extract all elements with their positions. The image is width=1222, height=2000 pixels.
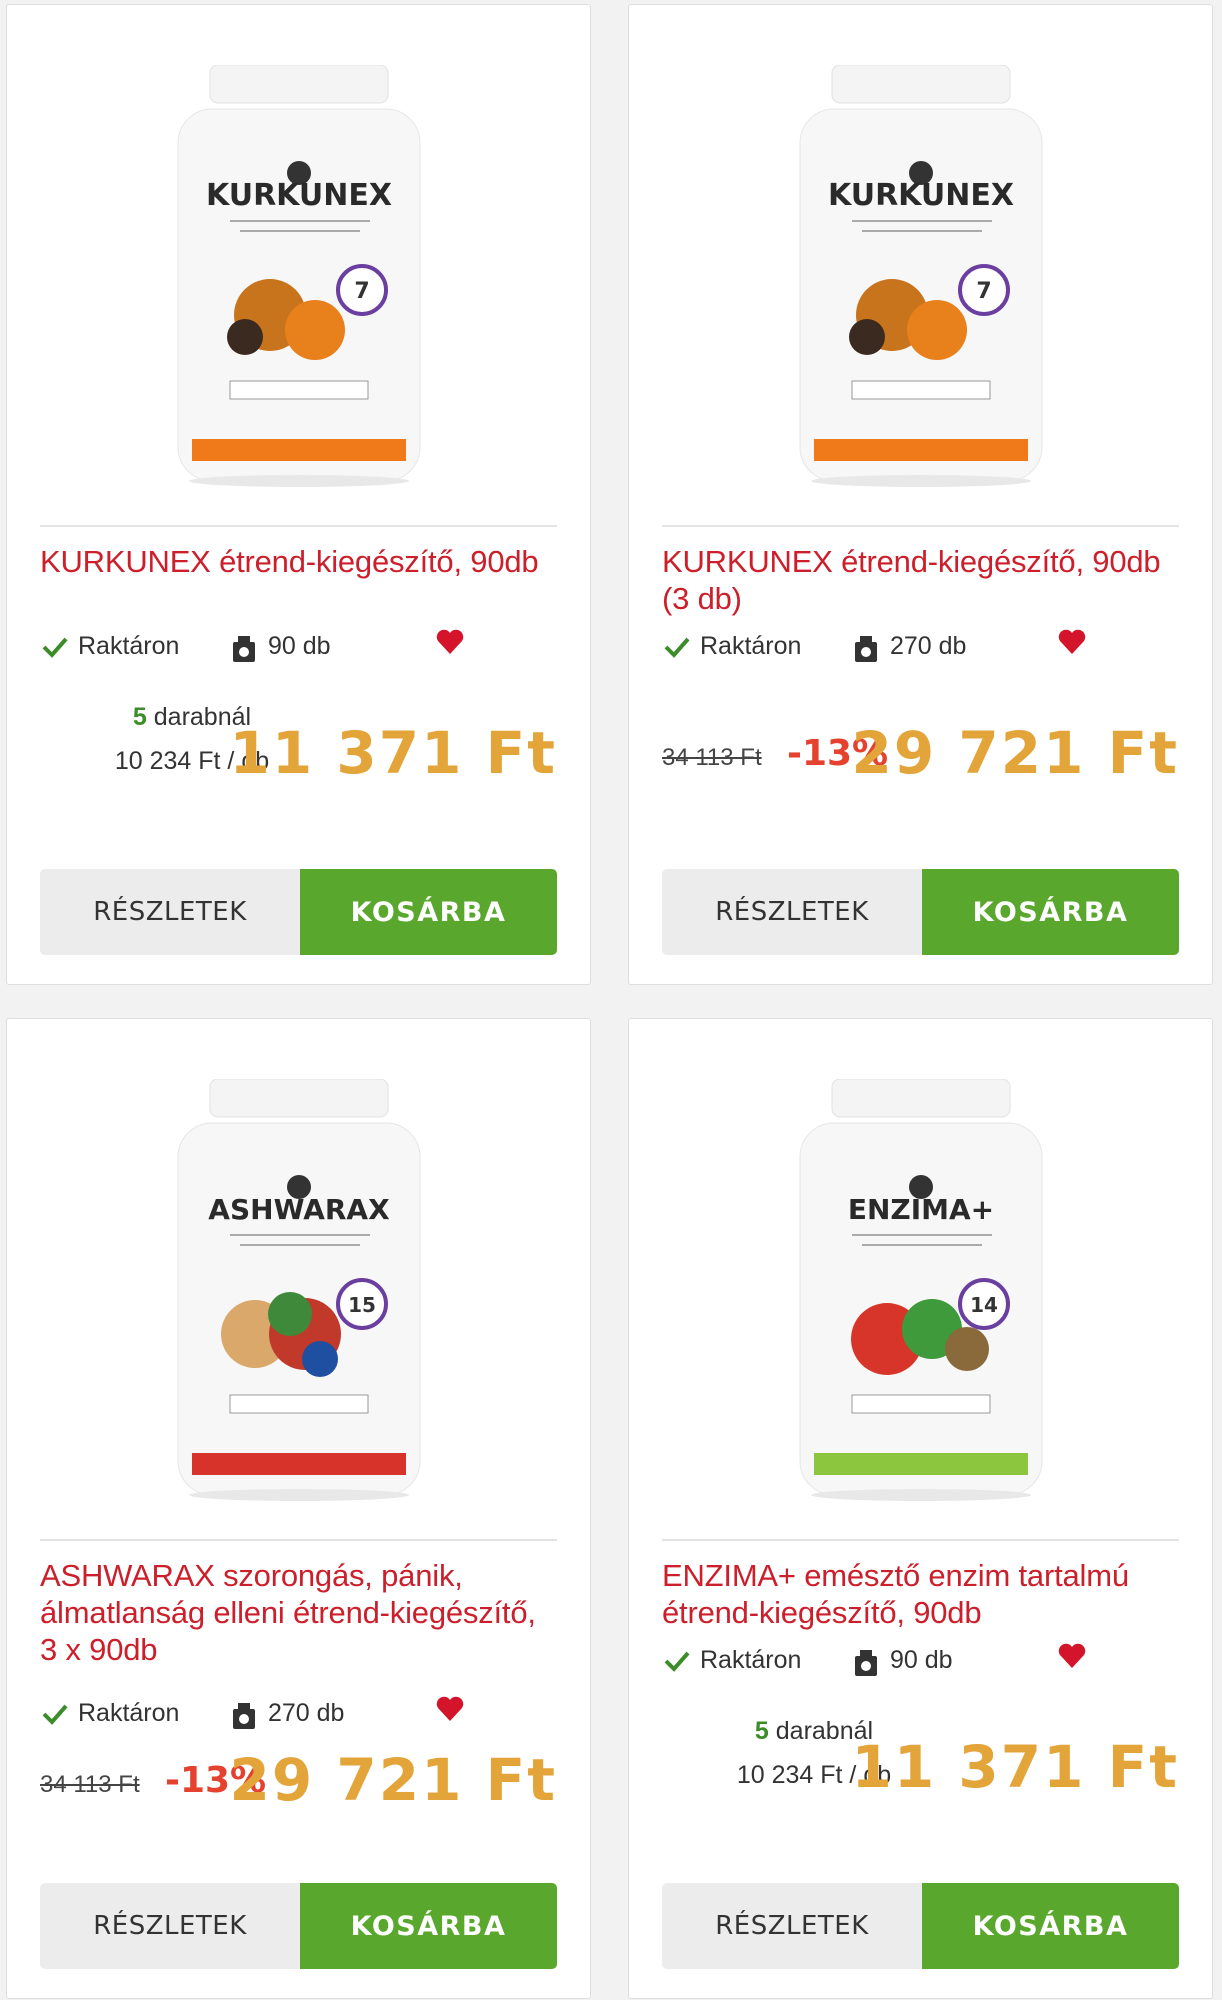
check-icon: [664, 1651, 690, 1672]
price: 29 721 Ft: [229, 1746, 557, 1814]
button-row: RÉSZLETEK KOSÁRBA: [40, 869, 557, 955]
product-card: ASHWARAX 15 ASHWARAX szorongás, pánik, á…: [6, 1018, 591, 1999]
divider: [662, 1539, 1179, 1541]
product-card: ENZIMA+ 14 ENZIMA+ emésztő enzim tartalm…: [628, 1018, 1213, 1999]
bottle-image: KURKUNEX 7: [799, 65, 1042, 487]
product-image[interactable]: KURKUNEX 7: [629, 5, 1212, 515]
box-icon: [855, 636, 877, 662]
stock-row: Raktáron 270 db: [662, 628, 1182, 668]
stock-row: Raktáron 270 db: [40, 1695, 560, 1735]
product-image[interactable]: ENZIMA+ 14: [629, 1019, 1212, 1529]
details-button[interactable]: RÉSZLETEK: [662, 869, 922, 955]
stock-status: Raktáron: [700, 1646, 802, 1674]
price: 11 371 Ft: [229, 719, 557, 787]
svg-text:ENZIMA+: ENZIMA+: [847, 1193, 993, 1226]
price: 11 371 Ft: [851, 1733, 1179, 1801]
stock-status: Raktáron: [700, 632, 802, 660]
box-icon: [233, 1703, 255, 1729]
old-price: 34 113 Ft: [662, 744, 762, 771]
heart-icon[interactable]: [1057, 1642, 1087, 1670]
bottle-image: KURKUNEX 7: [177, 65, 420, 487]
add-to-cart-button[interactable]: KOSÁRBA: [300, 869, 557, 955]
check-icon: [664, 637, 690, 658]
check-icon: [42, 1704, 68, 1725]
product-card: KURKUNEX 7 KURKUNEX étrend-kiegészítő, 9…: [6, 4, 591, 985]
divider: [662, 525, 1179, 527]
product-title[interactable]: KURKUNEX étrend-kiegészítő, 90db (3 db): [662, 543, 1172, 617]
bottle-image: ENZIMA+ 14: [799, 1079, 1042, 1501]
product-title[interactable]: ENZIMA+ emésztő enzim tartalmú étrend-ki…: [662, 1557, 1172, 1631]
product-image[interactable]: KURKUNEX 7: [7, 5, 590, 515]
heart-icon[interactable]: [1057, 628, 1087, 656]
price: 29 721 Ft: [851, 719, 1179, 787]
stock-row: Raktáron 90 db: [662, 1642, 1182, 1682]
heart-icon[interactable]: [435, 628, 465, 656]
stock-quantity: 90 db: [890, 1646, 953, 1674]
divider: [40, 525, 557, 527]
box-icon: [855, 1650, 877, 1676]
check-icon: [42, 637, 68, 658]
svg-text:15: 15: [348, 1293, 376, 1317]
svg-text:7: 7: [976, 279, 991, 304]
button-row: RÉSZLETEK KOSÁRBA: [662, 869, 1179, 955]
svg-text:7: 7: [354, 279, 369, 304]
svg-text:KURKUNEX: KURKUNEX: [828, 178, 1014, 213]
details-button[interactable]: RÉSZLETEK: [662, 1883, 922, 1969]
stock-status: Raktáron: [78, 632, 180, 660]
stock-quantity: 270 db: [890, 632, 967, 660]
product-title[interactable]: KURKUNEX étrend-kiegészítő, 90db: [40, 543, 550, 580]
bottle-image: ASHWARAX 15: [177, 1079, 420, 1501]
product-card: KURKUNEX 7 KURKUNEX étrend-kiegészítő, 9…: [628, 4, 1213, 985]
old-price: 34 113 Ft: [40, 1771, 140, 1798]
product-title[interactable]: ASHWARAX szorongás, pánik, álmatlanság e…: [40, 1557, 550, 1668]
button-row: RÉSZLETEK KOSÁRBA: [40, 1883, 557, 1969]
heart-icon[interactable]: [435, 1695, 465, 1723]
details-button[interactable]: RÉSZLETEK: [40, 1883, 300, 1969]
svg-text:KURKUNEX: KURKUNEX: [206, 178, 392, 213]
details-button[interactable]: RÉSZLETEK: [40, 869, 300, 955]
box-icon: [233, 636, 255, 662]
svg-text:14: 14: [970, 1293, 998, 1317]
add-to-cart-button[interactable]: KOSÁRBA: [300, 1883, 557, 1969]
svg-text:ASHWARAX: ASHWARAX: [208, 1193, 390, 1226]
button-row: RÉSZLETEK KOSÁRBA: [662, 1883, 1179, 1969]
add-to-cart-button[interactable]: KOSÁRBA: [922, 869, 1179, 955]
stock-quantity: 90 db: [268, 632, 331, 660]
stock-row: Raktáron 90 db: [40, 628, 560, 668]
divider: [40, 1539, 557, 1541]
stock-quantity: 270 db: [268, 1699, 345, 1727]
add-to-cart-button[interactable]: KOSÁRBA: [922, 1883, 1179, 1969]
stock-status: Raktáron: [78, 1699, 180, 1727]
product-image[interactable]: ASHWARAX 15: [7, 1019, 590, 1529]
